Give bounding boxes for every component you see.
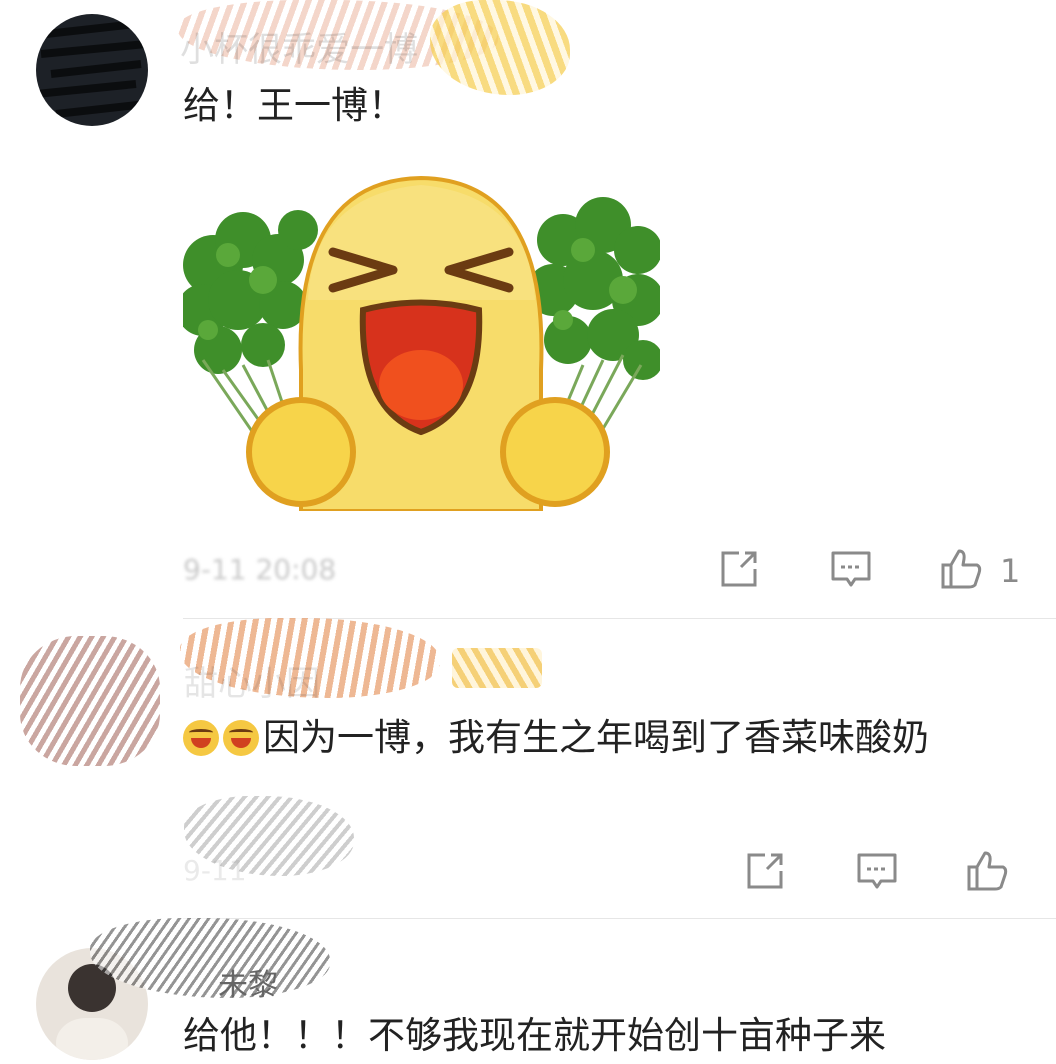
comment-time: 9-11 [183, 854, 247, 887]
avatar[interactable] [36, 14, 148, 126]
badge-redacted [452, 648, 542, 688]
thumbs-up-icon [967, 851, 1008, 891]
username[interactable]: 小杯很乖爱一博 [180, 22, 418, 71]
like-button[interactable] [964, 848, 1010, 894]
badge-redacted [430, 0, 570, 95]
sticker-image[interactable] [183, 170, 660, 511]
reply-button[interactable] [854, 848, 900, 894]
username[interactable]: 甜心小因 [184, 656, 320, 705]
comment-text: 给！王一博！ [183, 84, 405, 127]
comment-item: 小杯很乖爱一博 给！王一博！ 9-11 20:08 1 [0, 0, 1056, 618]
comment-icon [831, 551, 871, 587]
like-count: 1 [1000, 552, 1021, 590]
comment-time: 9-11 20:08 [183, 553, 337, 586]
laugh-cry-emoji [183, 720, 219, 756]
comment-text-content: 因为一博，我有生之年喝到了香菜味酸奶 [263, 716, 929, 759]
cilantro-laughing-emoji-sticker [183, 175, 660, 511]
comment-text: 因为一博，我有生之年喝到了香菜味酸奶 [183, 710, 1033, 766]
laugh-cry-emoji [223, 720, 259, 756]
comment-text: 给他！！！不够我现在就开始创十亩种子来 [183, 1014, 886, 1057]
share-button[interactable] [716, 546, 762, 592]
like-button[interactable] [938, 546, 984, 592]
comment-item: 甜心小因 因为一博，我有生之年喝到了香菜味酸奶 9-11 [0, 618, 1056, 918]
share-icon [721, 551, 757, 587]
comment-item: 未黎 给他！！！不够我现在就开始创十亩种子来 [0, 918, 1056, 1060]
share-button[interactable] [742, 848, 788, 894]
avatar[interactable] [20, 636, 160, 766]
reply-button[interactable] [828, 546, 874, 592]
username[interactable]: 未黎 [218, 960, 278, 1004]
thumbs-up-icon [941, 549, 982, 589]
share-icon [747, 853, 783, 889]
comment-icon [857, 853, 897, 889]
